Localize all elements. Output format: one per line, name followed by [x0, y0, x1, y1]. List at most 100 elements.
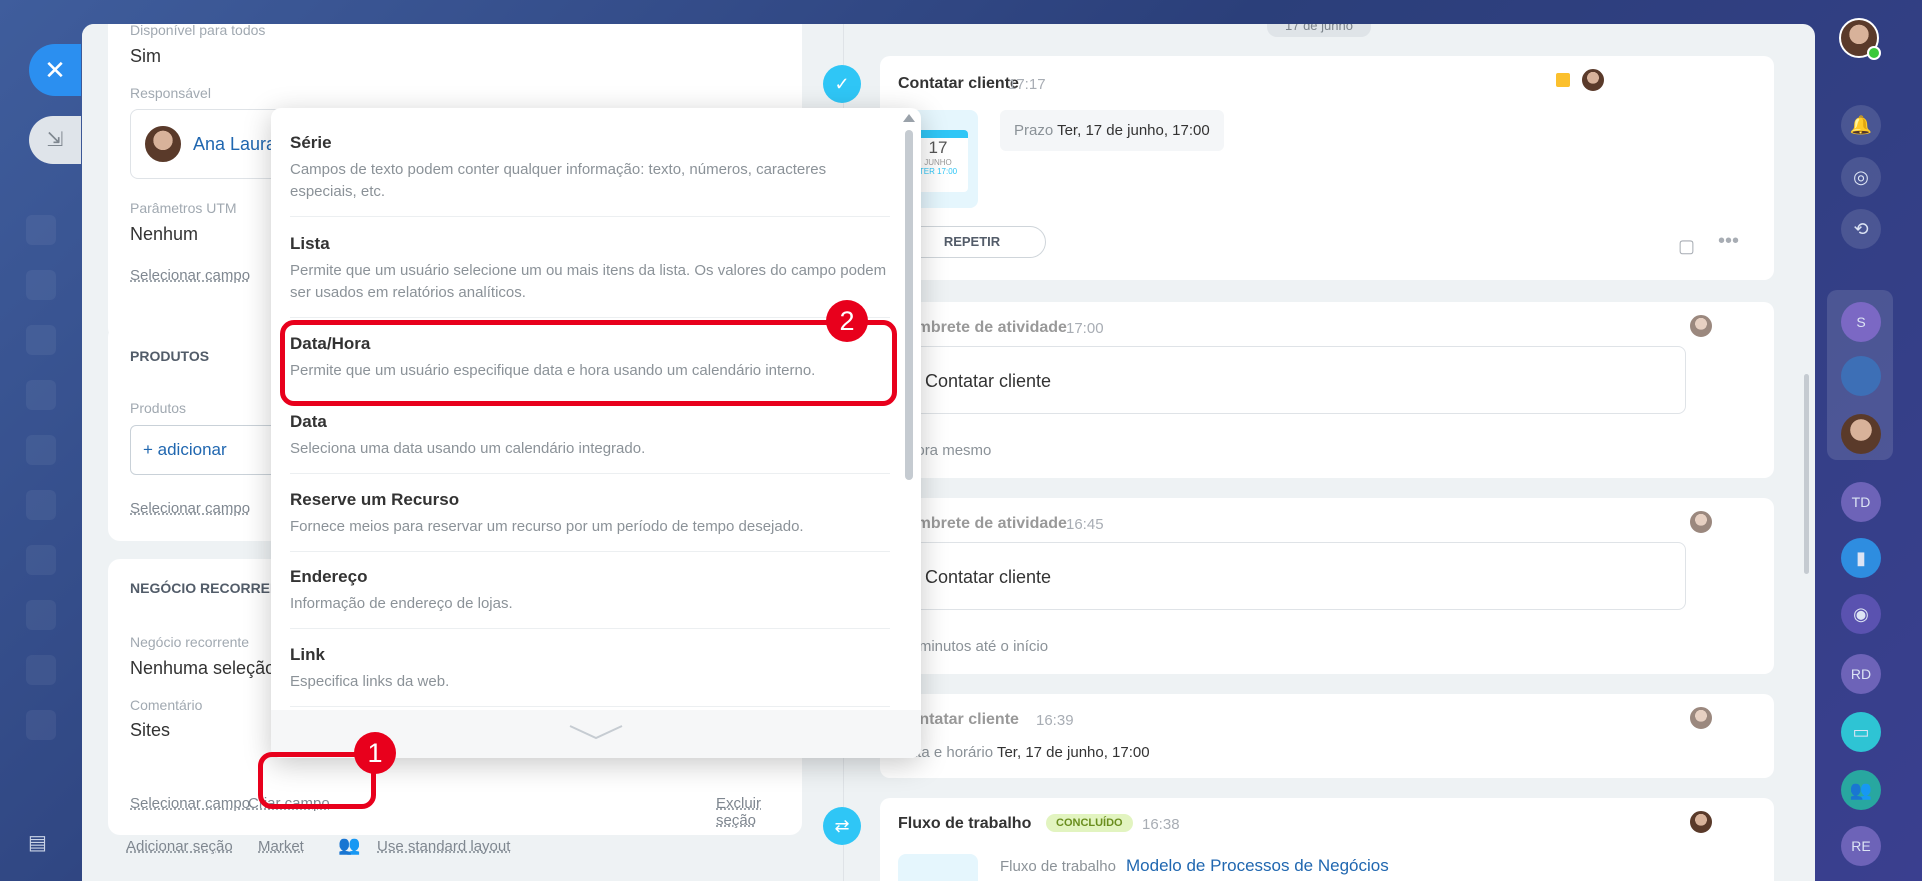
reminder-card: Lembrete de atividade 16:45 Contatar cli…	[880, 498, 1774, 674]
reminder-body: Contatar cliente	[898, 542, 1686, 610]
menu-item-desc: Fornece meios para reservar um recurso p…	[290, 518, 804, 535]
chat-avatar-s[interactable]: S	[1841, 302, 1881, 342]
print-icon[interactable]: ▤	[28, 830, 58, 854]
section-title: PRODUTOS	[130, 348, 210, 364]
market-link[interactable]: Market	[258, 838, 304, 855]
avatar	[1688, 313, 1714, 339]
menu-item-link[interactable]: Link Especifica links da web.	[290, 645, 890, 707]
menu-item-desc: Permite que um usuário selecione um ou m…	[290, 262, 887, 301]
note-icon[interactable]: ▢	[1678, 236, 1695, 257]
available-label: Disponível para todos	[130, 24, 266, 38]
avatar	[143, 124, 183, 164]
menu-item-title: Série	[290, 133, 332, 152]
chevron-down-icon[interactable]	[566, 722, 626, 742]
responsible-name[interactable]: Ana Laura	[193, 134, 276, 155]
card-title: Lembrete de atividade	[898, 319, 1067, 336]
workflow-icon: ⇄	[823, 807, 861, 845]
chat-bubble-icon[interactable]: ▭	[1841, 712, 1881, 752]
recurring-label: Negócio recorrente	[130, 634, 250, 650]
workflow-tile	[898, 854, 978, 881]
add-product-button[interactable]: + adicionar	[143, 440, 227, 460]
right-sidebar: 🔔 ◎ ⟲ S TD ▮ ◉ RD ▭ 👥 RE	[1815, 0, 1922, 881]
date-time-value: Ter, 17 de junho, 17:00	[996, 744, 1150, 761]
more-icon[interactable]: •••	[1718, 230, 1739, 253]
card-time: 16:39	[1036, 712, 1074, 729]
chat-avatar-re[interactable]: RE	[1841, 826, 1881, 866]
chat-avatar-rd[interactable]: RD	[1841, 654, 1881, 694]
card-time: 17:17	[1008, 76, 1046, 93]
deadline-value: Ter, 17 de junho, 17:00	[1057, 122, 1210, 139]
menu-item-data[interactable]: Data Seleciona uma data usando um calend…	[290, 412, 890, 474]
check-icon: ✓	[823, 65, 861, 103]
avatar	[1688, 705, 1714, 731]
chat-avatar-person[interactable]	[1841, 414, 1881, 454]
minimize-button[interactable]: ⇲	[29, 116, 81, 164]
menu-item-reserve-recurso[interactable]: Reserve um Recurso Fornece meios para re…	[290, 490, 890, 552]
products-label: Produtos	[130, 400, 187, 416]
add-section-link[interactable]: Adicionar seção	[126, 838, 233, 855]
available-value[interactable]: Sim	[130, 46, 161, 67]
avatar	[1580, 67, 1606, 93]
menu-item-desc: Campos de texto podem conter qualquer in…	[290, 161, 827, 200]
activity-card: Contatar cliente 17:17 17 JUNHO TER 17:0…	[880, 56, 1774, 280]
menu-item-lista[interactable]: Lista Permite que um usuário selecione u…	[290, 234, 890, 318]
workflow-link[interactable]: Modelo de Processos de Negócios	[1126, 856, 1389, 876]
deadline-box[interactable]: Prazo Ter, 17 de junho, 17:00	[1000, 110, 1224, 151]
scroll-up-icon[interactable]	[903, 114, 915, 122]
card-title[interactable]: Contatar cliente	[898, 75, 1019, 93]
timeline-scrollbar[interactable]	[1804, 374, 1809, 574]
avatar	[1688, 809, 1714, 835]
select-field-link[interactable]: Selecionar campo	[130, 500, 250, 517]
reminder-text[interactable]: Contatar cliente	[925, 567, 1051, 588]
recurring-value[interactable]: Nenhuma seleção	[130, 658, 275, 679]
color-flag-icon[interactable]	[1556, 73, 1570, 87]
workflow-label: Fluxo de trabalho	[1000, 858, 1116, 875]
select-field-link[interactable]: Selecionar campo	[130, 795, 250, 812]
group-chat-icon[interactable]: 👥	[1841, 770, 1881, 810]
menu-item-desc: Informação de endereço de lojas.	[290, 595, 513, 612]
delete-section-link[interactable]: Excluir seção	[716, 795, 802, 829]
workflow-card: Fluxo de trabalho CONCLUÍDO 16:38 Fluxo …	[880, 798, 1774, 881]
card-title: Lembrete de atividade	[898, 515, 1067, 532]
status-badge: CONCLUÍDO	[1046, 814, 1133, 832]
menu-item-endereco[interactable]: Endereço Informação de endereço de lojas…	[290, 567, 890, 629]
minimize-icon: ⇲	[46, 129, 64, 151]
notifications-icon[interactable]: 🔔	[1841, 105, 1881, 145]
reminder-card: Lembrete de atividade 17:00 Contatar cli…	[880, 302, 1774, 478]
reminder-body: Contatar cliente	[898, 346, 1686, 414]
annotation-badge-1: 1	[354, 732, 396, 774]
menu-item-title: Data	[290, 412, 327, 431]
chat-avatar-td[interactable]: TD	[1841, 482, 1881, 522]
menu-item-title: Lista	[290, 234, 330, 253]
comment-label: Comentário	[130, 697, 203, 713]
online-status-icon	[1867, 46, 1881, 60]
card-time: 16:38	[1142, 816, 1180, 833]
menu-item-title: Reserve um Recurso	[290, 490, 460, 509]
sync-icon[interactable]: ⟲	[1841, 209, 1881, 249]
avatar	[1688, 509, 1714, 535]
field-type-menu: Série Campos de texto podem conter qualq…	[271, 108, 921, 758]
bookmark-icon[interactable]: ▮	[1841, 538, 1881, 578]
target-icon[interactable]: ◎	[1841, 157, 1881, 197]
close-icon: ✕	[44, 55, 66, 85]
menu-scrollbar[interactable]	[905, 130, 913, 480]
annotation-box-2	[280, 320, 897, 406]
date-chip: 17 de junho	[1267, 24, 1371, 37]
standard-layout-link[interactable]: Use standard layout	[377, 838, 510, 855]
copilot-icon[interactable]: ◉	[1841, 594, 1881, 634]
select-field-link[interactable]: Selecionar campo	[130, 267, 250, 284]
close-slider-button[interactable]: ✕	[29, 44, 81, 96]
chat-avatar-globe[interactable]	[1841, 356, 1881, 396]
activity-card: Contatar cliente 16:39 Data e horário Te…	[880, 694, 1774, 778]
card-time: 17:00	[1066, 320, 1104, 337]
users-layout-icon: 👥	[338, 835, 361, 855]
reminder-text[interactable]: Contatar cliente	[925, 371, 1051, 392]
menu-item-desc: Especifica links da web.	[290, 673, 450, 690]
date-time-row: Data e horário Ter, 17 de junho, 17:00	[898, 744, 1150, 761]
card-title[interactable]: Fluxo de trabalho	[898, 815, 1031, 833]
menu-item-serie[interactable]: Série Campos de texto podem conter qualq…	[290, 133, 890, 217]
annotation-badge-2: 2	[826, 300, 868, 342]
comment-value[interactable]: Sites	[130, 720, 170, 741]
utm-value: Nenhum	[130, 224, 199, 244]
card-time: 16:45	[1066, 516, 1104, 533]
